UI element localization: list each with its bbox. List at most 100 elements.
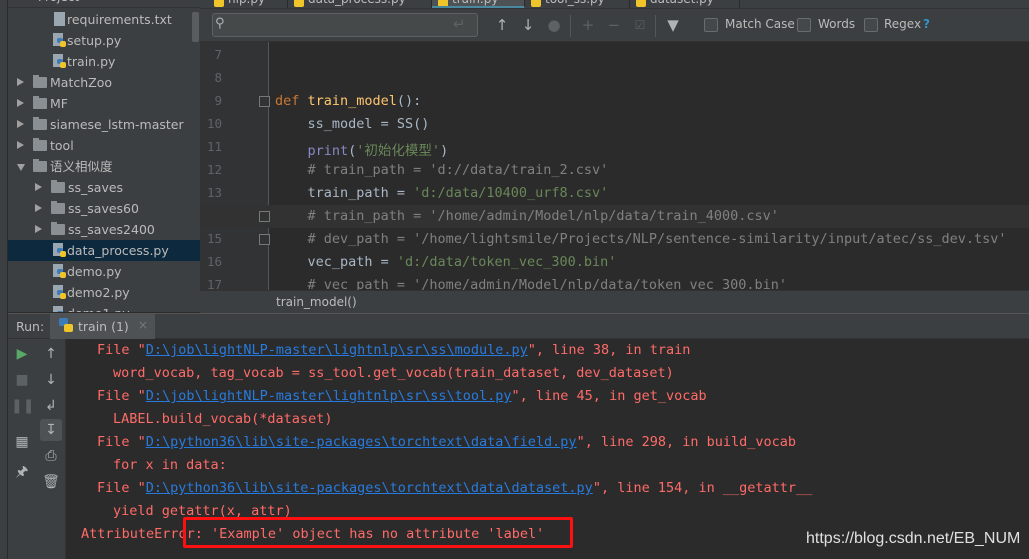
tree-item[interactable]: demo.py [8,261,200,282]
print-icon[interactable]: ⎙ [40,445,62,467]
run-tab-train[interactable]: train (1) × [50,314,155,339]
tree-item-label: 语义相似度 [50,159,113,174]
close-icon[interactable]: × [138,318,148,332]
tab-label: train.py [452,0,498,6]
breadcrumb[interactable]: train_model() [200,290,1029,313]
file-link[interactable]: D:\python36\lib\site-packages\torchtext\… [146,434,577,450]
tree-item-label: setup.py [67,33,122,48]
tree-item-label: demo2.py [67,285,130,300]
line-number: 16 [206,254,222,269]
tree-item[interactable]: siamese_lstm-master [8,114,200,135]
words-checkbox[interactable] [797,18,811,32]
console-text: File " [97,342,146,358]
code-line[interactable]: # train_path = 'd://data/train_2.csv' [275,162,609,178]
tree-item[interactable]: demo2.py [8,282,200,303]
line-number: 17 [206,277,222,290]
tree-item[interactable]: ss_saves60 [8,198,200,219]
search-input[interactable] [239,16,449,34]
code-line[interactable]: def train_model(): [275,93,421,109]
chevron-right-icon[interactable] [35,225,42,233]
regex-label[interactable]: Regex [884,17,921,31]
folder-icon [33,75,47,88]
search-icon[interactable]: ⚲ [215,12,225,36]
traceback-code-line: LABEL.build_vocab(*dataset) [113,411,332,427]
search-field[interactable]: ⚲ ↵ [212,13,478,37]
run-tab-label: train (1) [78,319,129,334]
tree-item[interactable]: demo1.py [8,303,200,312]
fold-marker-icon[interactable] [259,96,270,107]
tree-item[interactable]: requirements.txt [8,9,200,30]
project-header[interactable]: Project [8,0,200,8]
line-number: 11 [206,139,222,154]
line-number: 10 [206,116,222,131]
left-tool-strip[interactable] [0,0,8,559]
console-text: LABEL.build_vocab(*dataset) [113,411,333,427]
tree-item[interactable]: ss_saves2400 [8,219,200,240]
words-label[interactable]: Words [818,17,855,31]
chevron-right-icon[interactable] [17,78,24,86]
help-icon[interactable]: ? [923,17,930,31]
tree-item-label: demo1.py [67,303,130,312]
python-icon [636,0,646,7]
arrow-up-icon[interactable]: ↑ [492,13,512,37]
tree-item[interactable]: ss_saves [8,177,200,198]
scroll-down-icon[interactable]: ↓ [40,369,62,391]
trash-icon[interactable]: 🗑 [40,471,62,493]
tree-item[interactable]: setup.py [8,30,200,51]
code-line[interactable]: print('初始化模型') [275,139,449,159]
fold-marker-icon[interactable] [259,234,270,245]
tab-label: data_process.py [308,0,406,6]
line-number: 13 [206,185,222,200]
tree-item[interactable]: 语义相似度 [8,156,200,177]
console-text: word_vocab, tag_vocab = ss_tool.get_voca… [113,365,674,381]
traceback-file-line: File "D:\job\lightNLP-master\lightnlp\sr… [97,388,707,404]
code-line[interactable]: vec_path = 'd:/data/token_vec_300.bin' [275,254,617,270]
layout-icon[interactable]: ▦ [11,431,33,453]
chevron-down-icon[interactable] [17,164,25,171]
chevron-right-icon[interactable] [35,183,42,191]
tree-item-label: data_process.py [67,243,169,258]
tab-nlp-py[interactable]: nlp.py [208,0,288,8]
tree-item[interactable]: train.py [8,51,200,72]
tree-item[interactable]: data_process.py [8,240,200,261]
tab-train-py[interactable]: train.py [432,0,525,8]
tree-item[interactable]: tool [8,135,200,156]
chevron-right-icon[interactable] [35,204,42,212]
match-case-label[interactable]: Match Case [725,17,795,31]
sidebar-scrollbar[interactable] [192,12,199,42]
file-link[interactable]: D:\job\lightNLP-master\lightnlp\sr\ss\to… [146,388,512,404]
chevron-right-icon[interactable] [17,141,24,149]
match-case-checkbox[interactable] [704,18,718,32]
file-link[interactable]: D:\python36\lib\site-packages\torchtext\… [146,480,593,496]
python-file-icon [53,33,67,48]
tree-item-label: MF [50,96,68,111]
code-line[interactable]: ss_model = SS() [275,116,430,132]
code-editor[interactable]: 7891011121314151617 def train_model(): s… [200,42,1029,290]
fold-marker-icon[interactable] [259,211,270,222]
tree-item[interactable]: MF [8,93,200,114]
code-line[interactable]: train_path = 'd:/data/10400_urf8.csv' [275,185,609,201]
scroll-up-icon[interactable]: ↑ [40,343,62,365]
tab-dataset-py[interactable]: dataset.py [630,0,740,8]
code-line[interactable]: # vec_path = '/home/admin/Model/nlp/data… [275,277,788,290]
tab-tool_ss-py[interactable]: tool_ss.py [525,0,630,8]
file-link[interactable]: D:\job\lightNLP-master\lightnlp\sr\ss\mo… [146,342,528,358]
code-line[interactable]: # train_path = '/home/admin/Model/nlp/da… [275,208,779,224]
console-text: File " [97,388,146,404]
code-line[interactable]: # dev_path = '/home/lightsmile/Projects/… [275,231,1007,247]
arrow-down-icon[interactable]: ↓ [518,13,538,37]
scroll-to-end-icon[interactable]: ↧ [40,419,62,441]
run-label: Run: [16,319,45,334]
line-number: 7 [214,47,222,62]
filter-icon[interactable]: ▼ [663,13,683,37]
tab-data_process-py[interactable]: data_process.py [288,0,432,8]
pin-icon[interactable]: 🖈 [11,461,33,483]
run-icon[interactable]: ▶ [11,343,33,365]
chevron-right-icon[interactable] [17,120,24,128]
chevron-right-icon[interactable] [17,99,24,107]
tree-item[interactable]: MatchZoo [8,72,200,93]
tree-item-label: tool [50,138,74,153]
regex-checkbox[interactable] [864,18,878,32]
soft-wrap-icon[interactable]: ↲ [40,395,62,417]
run-toolbar: ▶ ■ ❚❚ ▦ 🖈 ↑ ↓ ↲ ↧ ⎙ 🗑 [8,339,65,559]
